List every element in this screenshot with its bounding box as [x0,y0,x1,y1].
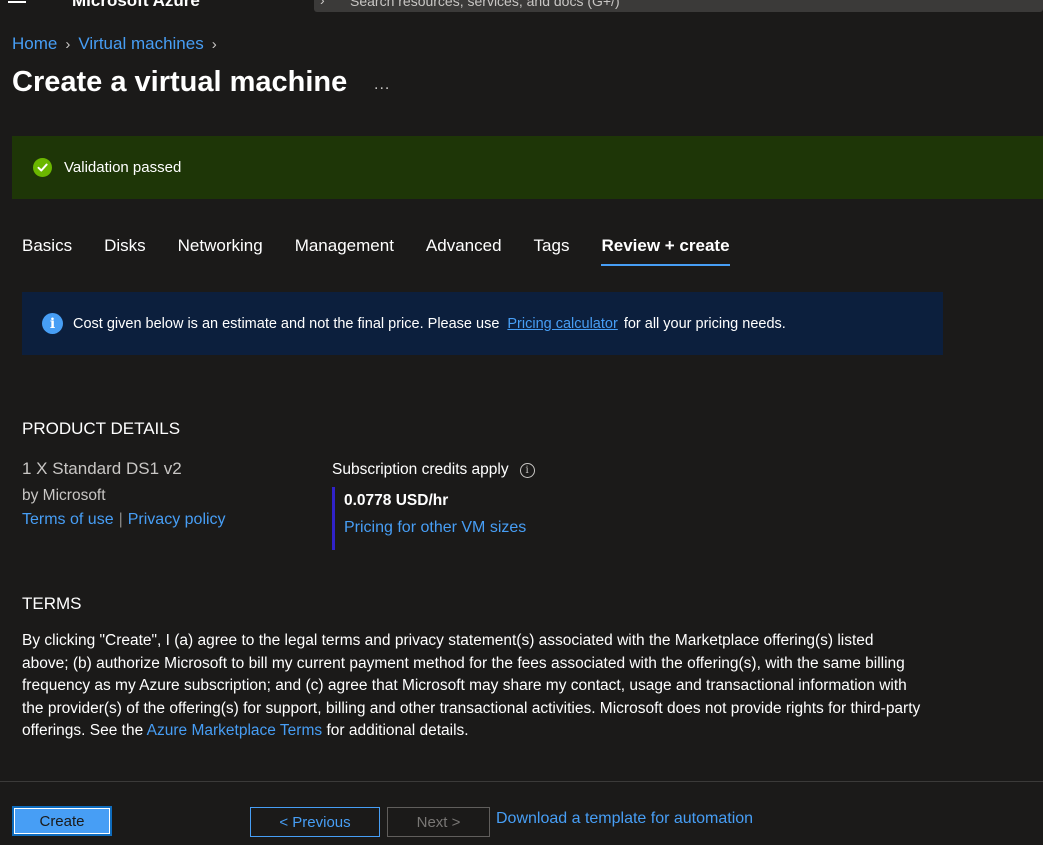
product-details-heading: PRODUCT DETAILS [22,419,181,438]
search-placeholder: Search resources, services, and docs (G+… [350,0,620,9]
link-separator: | [118,511,123,528]
price-value: 0.0778 USD/hr [344,492,449,509]
search-input[interactable]: › Search resources, services, and docs (… [314,0,1043,12]
terms-of-use-link[interactable]: Terms of use [22,511,114,529]
breadcrumb: Home › Virtual machines › [12,34,225,54]
product-name: 1 X Standard DS1 v2 [22,459,182,478]
terms-heading: TERMS [22,594,82,613]
checkmark-icon [33,158,52,177]
previous-button[interactable]: < Previous [250,807,380,837]
chevron-right-icon: › [65,35,71,53]
marketplace-terms-link[interactable]: Azure Marketplace Terms [147,722,322,739]
validation-status-bar: Validation passed [12,136,1043,199]
product-links: Terms of use | Privacy policy [22,511,226,529]
tab-advanced[interactable]: Advanced [426,236,502,266]
credits-label: Subscription credits apply [332,461,509,478]
price-block: 0.0778 USD/hr Pricing for other VM sizes [332,487,526,550]
create-button[interactable]: Create [12,806,112,836]
page-title: Create a virtual machine [12,66,348,98]
privacy-policy-link[interactable]: Privacy policy [128,511,226,529]
pricing-calculator-link[interactable]: Pricing calculator [507,316,617,332]
product-publisher: by Microsoft [22,487,106,504]
subscription-credits: Subscription credits apply i [332,461,535,479]
brand-title[interactable]: Microsoft Azure [72,0,200,11]
tab-disks[interactable]: Disks [104,236,146,266]
top-bar: Microsoft Azure › Search resources, serv… [0,0,1043,21]
info-icon: i [42,313,63,334]
tab-networking[interactable]: Networking [178,236,263,266]
tab-basics[interactable]: Basics [22,236,72,266]
chevron-right-icon: › [211,35,217,53]
next-button[interactable]: Next > [387,807,490,837]
terms-text: By clicking "Create", I (a) agree to the… [22,630,922,743]
tab-tags[interactable]: Tags [534,236,570,266]
tab-review-create[interactable]: Review + create [601,236,730,266]
validation-message: Validation passed [64,159,182,176]
wizard-tabs: Basics Disks Networking Management Advan… [22,236,762,266]
search-icon: › [320,0,325,8]
info-circle-icon[interactable]: i [519,462,535,478]
breadcrumb-virtual-machines[interactable]: Virtual machines [78,34,203,54]
footer-divider [0,781,1043,782]
cost-info-text: Cost given below is an estimate and not … [73,315,500,332]
terms-tail: for additional details. [326,722,469,740]
cost-info-banner: i Cost given below is an estimate and no… [22,292,943,355]
breadcrumb-home[interactable]: Home [12,34,57,54]
more-options-icon[interactable]: ... [374,76,390,94]
menu-icon[interactable] [8,0,26,4]
tab-management[interactable]: Management [295,236,394,266]
cost-info-tail: for all your pricing needs. [623,315,786,332]
pricing-other-sizes-link[interactable]: Pricing for other VM sizes [344,519,526,537]
download-template-link[interactable]: Download a template for automation [496,810,753,828]
